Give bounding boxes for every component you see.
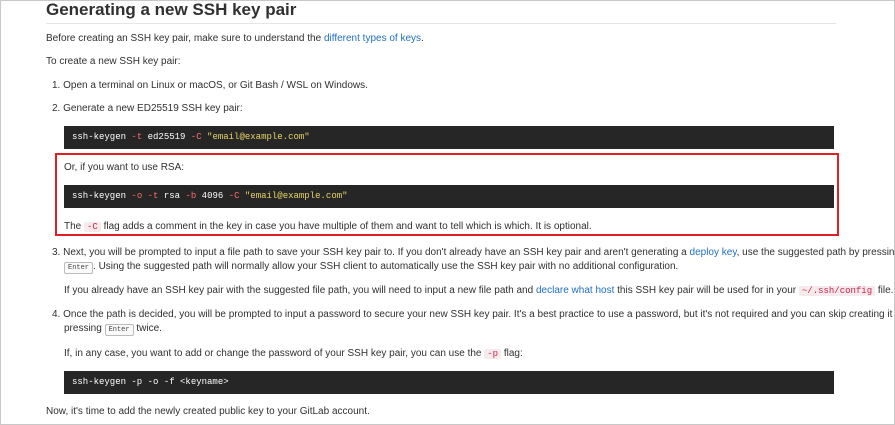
inline-code: -C <box>84 222 101 232</box>
code-string: "email@example.com" <box>239 191 348 201</box>
ssh-config-paragraph: If you already have an SSH key pair with… <box>64 285 893 296</box>
step-four: 4. Once the path is decided, you will be… <box>52 309 895 320</box>
outro-text: Now, it's time to add the newly created … <box>46 406 370 417</box>
step-text: . Using the suggested path will normally… <box>93 261 679 272</box>
change-password-code-block: ssh-keygen -p -o -f <keyname> <box>64 371 834 394</box>
intro-end: . <box>421 33 424 44</box>
enter-key: Enter <box>104 324 134 336</box>
password-paragraph: If, in any case, you want to add or chan… <box>64 348 523 359</box>
note-text: The <box>64 221 85 232</box>
step-three-cont: Enter. Using the suggested path will nor… <box>64 261 678 274</box>
para-text: this SSH key pair will be used for in yo… <box>614 285 799 296</box>
enter-key: Enter <box>64 262 94 274</box>
code-value: ed25519 <box>142 132 191 142</box>
code-command: ssh-keygen <box>72 191 132 201</box>
intro-paragraph: Before creating an SSH key pair, make su… <box>46 33 424 44</box>
step-text: 3. Next, you will be prompted to input a… <box>52 247 690 258</box>
para-text: If you already have an SSH key pair with… <box>64 285 536 296</box>
step-four-cont: pressing Enter twice. <box>64 323 162 336</box>
to-create-text: To create a new SSH key pair: <box>46 56 181 67</box>
code-flag: -t <box>147 191 159 201</box>
step-one: 1. Open a terminal on Linux or macOS, or… <box>52 80 368 91</box>
note-text: flag adds a comment in the key in case y… <box>100 221 592 232</box>
code-flag: -C <box>228 191 240 201</box>
deploy-key-link[interactable]: deploy key <box>690 247 737 258</box>
key-types-link[interactable]: different types of keys <box>324 33 421 44</box>
code-flag: -C <box>190 132 202 142</box>
code-value: rsa <box>158 191 186 201</box>
title-divider <box>46 23 836 24</box>
para-text: If, in any case, you want to add or chan… <box>64 348 485 359</box>
code-value: 4096 <box>196 191 229 201</box>
c-flag-note: The -C flag adds a comment in the key in… <box>64 221 592 232</box>
step-three: 3. Next, you will be prompted to input a… <box>52 247 895 258</box>
code-command: ssh-keygen <box>72 132 132 142</box>
intro-text: Before creating an SSH key pair, make su… <box>46 33 324 44</box>
code-flag: -t <box>131 132 143 142</box>
code-flag: -b <box>185 191 197 201</box>
declare-host-link[interactable]: declare what host <box>536 285 614 296</box>
step-two: 2. Generate a new ED25519 SSH key pair: <box>52 103 243 114</box>
rsa-code-block: ssh-keygen -o -t rsa -b 4096 -C "email@e… <box>64 185 834 208</box>
para-text: flag: <box>501 348 523 359</box>
page-title: Generating a new SSH key pair <box>46 0 297 19</box>
para-text: file. <box>875 285 894 296</box>
step-text: pressing <box>64 323 105 334</box>
rsa-intro: Or, if you want to use RSA: <box>64 162 185 173</box>
step-text: twice. <box>133 323 162 334</box>
code-flag: -o <box>131 191 143 201</box>
step-text: , use the suggested path by pressing <box>736 247 895 258</box>
code-string: "email@example.com" <box>201 132 310 142</box>
ed25519-code-block: ssh-keygen -t ed25519 -C "email@example.… <box>64 126 834 149</box>
inline-code: -p <box>484 349 502 359</box>
inline-code: ~/.ssh/config <box>798 286 876 296</box>
